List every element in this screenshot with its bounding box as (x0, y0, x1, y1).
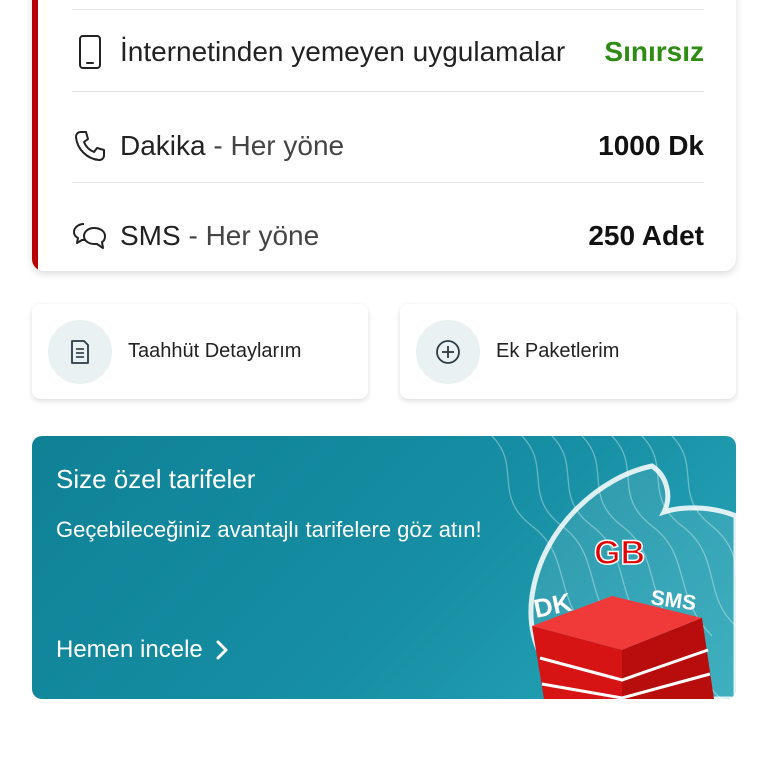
plus-circle-icon (416, 319, 480, 384)
promo-title: Size özel tarifeler (56, 464, 256, 494)
divider (72, 182, 704, 183)
usage-row-sms[interactable]: SMS - Her yöne 250 Adet (72, 191, 704, 271)
page: İnternetinden yemeyen uygulamalar Sınırs… (0, 0, 768, 768)
gb-label: GB (594, 534, 645, 572)
usage-row-minutes[interactable]: Dakika - Her yöne 1000 Dk (72, 101, 704, 191)
usage-label-main: Dakika (120, 130, 206, 161)
card-accent-bar (32, 0, 38, 271)
usage-label-sub: - Her yöne (205, 130, 345, 161)
usage-label: Dakika - Her yöne (120, 130, 598, 162)
tariff-package-illustration: GB DK SMS (491, 436, 736, 699)
addon-packages-label: Ek Paketlerim (496, 340, 620, 362)
usage-value: 250 Adet (588, 220, 704, 251)
promo-subtitle: Geçebileceğiniz avantajlı tarifelere göz… (56, 517, 482, 542)
view-now-link[interactable]: Hemen incele (56, 636, 229, 664)
chevron-right-icon (215, 639, 229, 661)
divider (72, 91, 704, 92)
usage-label: SMS - Her yöne (120, 220, 588, 252)
tariff-usage-card: İnternetinden yemeyen uygulamalar Sınırs… (32, 0, 736, 271)
usage-label-main: SMS (120, 220, 181, 251)
usage-value: 1000 Dk (598, 130, 704, 161)
usage-label-sub: - Her yöne (180, 220, 320, 251)
usage-row-internet-apps[interactable]: İnternetinden yemeyen uygulamalar Sınırs… (72, 7, 704, 97)
phone-icon (72, 34, 108, 70)
usage-value: Sınırsız (604, 36, 704, 67)
commitment-details-button[interactable]: Taahhüt Detaylarım (32, 304, 368, 399)
usage-label: İnternetinden yemeyen uygulamalar (120, 36, 566, 67)
document-icon (48, 319, 112, 384)
phone-call-icon (72, 128, 108, 164)
view-now-label: Hemen incele (56, 636, 203, 663)
chat-bubbles-icon (72, 218, 108, 254)
special-tariffs-banner[interactable]: GB DK SMS Size özel tarifeler Geçebilece… (32, 436, 736, 699)
addon-packages-button[interactable]: Ek Paketlerim (400, 304, 736, 399)
commitment-details-label: Taahhüt Detaylarım (128, 340, 302, 362)
